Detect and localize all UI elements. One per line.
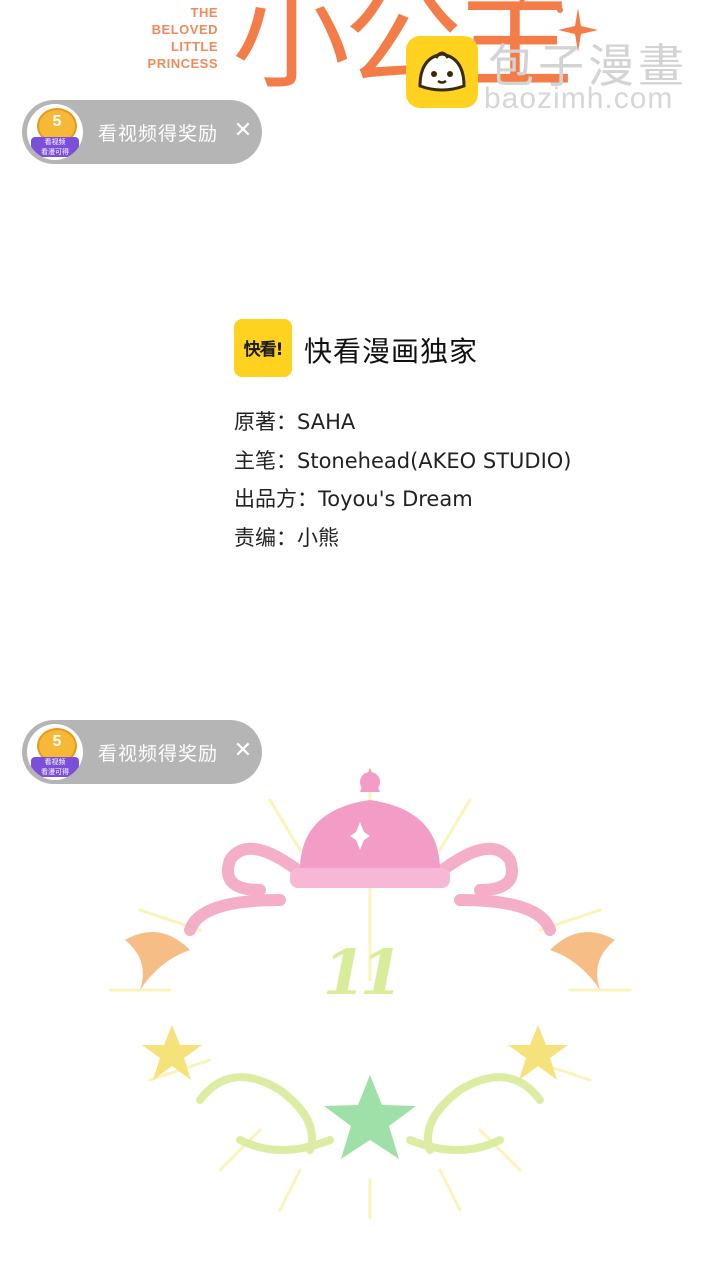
badge-label: 看视频 看漫可得 [31,137,79,157]
video-reward-pill[interactable]: 5 看视频 看漫可得 看视频得奖励 ✕ [22,100,262,164]
coin-number: 5 [52,733,62,750]
kuaikan-logo: 快看! [234,319,292,377]
english-title: THE BELOVED LITTLE PRINCESS [128,4,218,72]
title-line: LITTLE [170,39,218,54]
badge-line: 看漫可得 [41,148,69,156]
credit-main-artist: 主笔：Stonehead(AKEO STUDIO) [234,448,572,473]
badge-label: 看视频 看漫可得 [31,757,79,777]
coin-number: 5 [52,113,62,130]
close-icon[interactable]: ✕ [230,736,256,766]
credit-editor: 责编：小熊 [234,525,339,550]
crown-icon [290,768,450,888]
credits-block: 原著：SAHA 主笔：Stonehead(AKEO STUDIO) 出品方：To… [234,406,572,560]
badge-line: 看视频 [44,138,66,146]
comic-page: THE BELOVED LITTLE PRINCESS 小公主 包子漫畫 bao… [0,0,720,1280]
chapter-number: 11 [322,936,403,1009]
exclusive-label: 快看漫画独家 [304,335,479,368]
credit-original-author: 原著：SAHA [234,410,356,434]
logo-text: 快看! [243,340,284,360]
watermark-site-url: baozimh.com [484,82,674,115]
close-icon[interactable]: ✕ [230,116,256,146]
reward-label: 看视频得奖励 [98,123,219,145]
credit-producer: 出品方：Toyou's Dream [234,487,473,511]
title-line: BELOVED [151,22,218,37]
bun-mascot-icon [406,36,478,108]
title-line: THE [190,5,218,20]
reward-label: 看视频得奖励 [98,743,219,765]
title-line: PRINCESS [147,56,218,71]
reward-badge: 5 看视频 看漫可得 [27,724,83,780]
badge-line: 看漫可得 [41,768,69,776]
badge-line: 看视频 [44,758,66,766]
reward-badge: 5 看视频 看漫可得 [27,104,83,160]
video-reward-pill[interactable]: 5 看视频 看漫可得 看视频得奖励 ✕ [22,720,262,784]
